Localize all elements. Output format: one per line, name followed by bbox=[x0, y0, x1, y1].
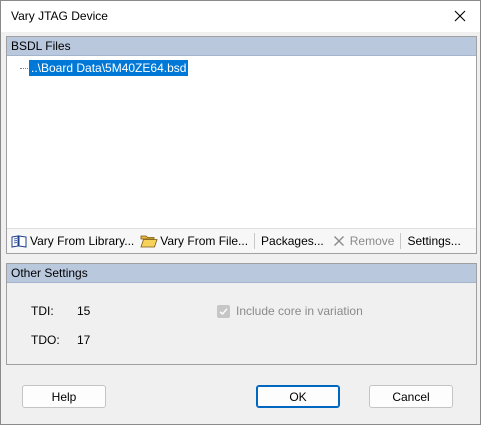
bsdl-files-panel: BSDL Files ..\Board Data\5M40ZE64.bsd Va… bbox=[6, 36, 477, 254]
include-core-label: Include core in variation bbox=[236, 304, 363, 318]
title-bar: Vary JTAG Device bbox=[1, 1, 480, 32]
packages-button[interactable]: Packages... bbox=[258, 231, 327, 251]
bsdl-files-header: BSDL Files bbox=[7, 37, 476, 56]
cancel-button-label: Cancel bbox=[392, 389, 430, 404]
library-book-icon bbox=[10, 233, 28, 249]
remove-label: Remove bbox=[349, 234, 395, 248]
tdo-label: TDO: bbox=[31, 333, 60, 347]
packages-label: Packages... bbox=[261, 234, 324, 248]
dialog-window: Vary JTAG Device BSDL Files ..\Board Dat… bbox=[0, 0, 481, 425]
vary-from-file-label: Vary From File... bbox=[160, 234, 249, 248]
help-button[interactable]: Help bbox=[22, 385, 106, 408]
folder-open-icon bbox=[140, 233, 158, 249]
vary-from-library-label: Vary From Library... bbox=[30, 234, 135, 248]
toolbar-separator bbox=[254, 233, 256, 249]
checkmark-icon bbox=[217, 304, 230, 318]
settings-label: Settings... bbox=[407, 234, 461, 248]
close-icon bbox=[454, 10, 466, 22]
cancel-button[interactable]: Cancel bbox=[369, 385, 453, 408]
settings-button[interactable]: Settings... bbox=[404, 231, 463, 251]
other-settings-header: Other Settings bbox=[7, 264, 476, 283]
vary-from-library-button[interactable]: Vary From Library... bbox=[7, 231, 137, 251]
tdi-label: TDI: bbox=[31, 304, 54, 318]
remove-button[interactable]: Remove bbox=[327, 231, 398, 251]
toolbar-separator bbox=[400, 233, 402, 249]
bsdl-file-item[interactable]: ..\Board Data\5M40ZE64.bsd bbox=[29, 60, 189, 76]
tdi-value: 15 bbox=[77, 304, 91, 318]
dialog-title: Vary JTAG Device bbox=[11, 9, 108, 23]
tdo-value: 17 bbox=[77, 333, 91, 347]
bsdl-toolbar: Vary From Library... Vary From File... P… bbox=[7, 228, 476, 253]
other-settings-panel: Other Settings TDI: 15 TDO: 17 Include c… bbox=[6, 263, 477, 365]
remove-x-icon bbox=[330, 233, 348, 249]
ok-button[interactable]: OK bbox=[256, 385, 340, 408]
bsdl-file-tree[interactable]: ..\Board Data\5M40ZE64.bsd bbox=[7, 56, 476, 226]
help-button-label: Help bbox=[51, 389, 77, 404]
ok-button-label: OK bbox=[289, 389, 307, 404]
close-button[interactable] bbox=[446, 4, 474, 28]
include-core-checkbox[interactable]: Include core in variation bbox=[217, 304, 363, 318]
vary-from-file-button[interactable]: Vary From File... bbox=[137, 231, 251, 251]
